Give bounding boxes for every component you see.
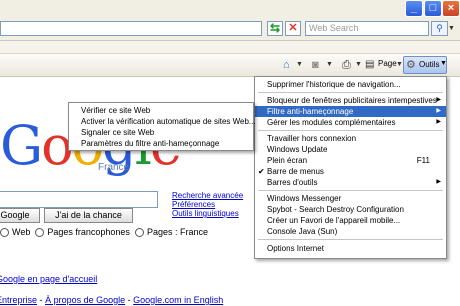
menu-separator	[258, 239, 443, 240]
page-menu-button[interactable]: Page	[378, 59, 397, 68]
phishing-submenu: Vérifier ce site Web Activer la vérifica…	[68, 102, 256, 151]
submenu-item-auto-check[interactable]: Activer la vérification automatique de s…	[69, 116, 256, 127]
tools-menu-button[interactable]: ⚙ Outils ▼	[403, 56, 447, 74]
minimize-button[interactable]: _	[405, 0, 423, 17]
submenu-arrow-icon: ▶	[436, 179, 441, 185]
tools-dropdown-icon: ▼	[440, 60, 447, 67]
address-field[interactable]	[0, 21, 262, 36]
submenu-arrow-icon: ▶	[436, 108, 441, 114]
menu-item-internet-options[interactable]: Options Internet	[255, 243, 446, 254]
logo-country: France	[98, 162, 130, 173]
feeds-icon[interactable]: ◙	[312, 58, 319, 72]
menu-separator	[258, 92, 443, 93]
menu-item-messenger[interactable]: Windows Messenger	[255, 193, 446, 204]
submenu-item-filter-settings[interactable]: Paramètres du filtre anti-hameçonnage	[69, 138, 253, 149]
lucky-button[interactable]: J'ai de la chance	[44, 208, 133, 223]
gear-icon: ⚙	[406, 59, 416, 71]
tab-strip	[0, 41, 460, 54]
menu-item-work-offline[interactable]: Travailler hors connexion	[255, 133, 446, 144]
google-search-button[interactable]: Google	[0, 208, 40, 223]
window-controls: _ □ ×	[0, 0, 460, 18]
menu-item-manage-addons[interactable]: Gérer les modules complémentaires ▶	[255, 117, 446, 128]
page-dropdown-icon[interactable]: ▼	[396, 58, 403, 72]
home-icon[interactable]: ⌂	[283, 58, 290, 72]
feeds-dropdown-icon[interactable]: ▼	[326, 58, 333, 72]
radio-web-label: Web	[12, 227, 31, 237]
advanced-search-link[interactable]: Recherche avancée	[172, 191, 243, 200]
footer-link-about[interactable]: À propos de Google	[45, 295, 125, 305]
google-search-input[interactable]	[0, 191, 158, 208]
maximize-button[interactable]: □	[424, 0, 442, 17]
home-dropdown-icon[interactable]: ▼	[296, 58, 303, 72]
submenu-arrow-icon: ▶	[436, 119, 441, 125]
radio-france-label: Pages : France	[146, 227, 208, 237]
menu-separator	[258, 190, 443, 191]
language-tools-link[interactable]: Outils linguistiques	[172, 209, 243, 218]
menu-separator	[258, 130, 443, 131]
search-side-links: Recherche avancée Préférences Outils lin…	[172, 191, 243, 218]
address-toolbar: ⇆ ✕ Web Search ⚲ ▼	[0, 18, 460, 41]
page-icon[interactable]: ▤	[365, 58, 374, 72]
search-icon[interactable]: ⚲	[431, 21, 448, 36]
print-icon[interactable]: ⎙	[342, 58, 351, 72]
radio-france[interactable]	[134, 228, 144, 238]
footer-links: Entreprise - À propos de Google - Google…	[0, 295, 223, 305]
menu-item-mobile-favorite[interactable]: Créer un Favori de l'appareil mobile...	[255, 215, 446, 226]
refresh-icon[interactable]: ⇆	[267, 21, 283, 36]
menu-item-phishing-filter[interactable]: Filtre anti-hameçonnage ▶	[255, 106, 446, 117]
radio-francophone[interactable]	[35, 228, 45, 238]
web-search-input[interactable]: Web Search	[305, 21, 429, 36]
search-dropdown-icon[interactable]: ▼	[448, 21, 458, 36]
radio-francophone-label: Pages francophones	[47, 227, 130, 237]
search-scope-radios: Web Pages francophones Pages : France	[0, 227, 208, 238]
submenu-item-report-site[interactable]: Signaler ce site Web	[69, 127, 253, 138]
menu-item-popup-blocker[interactable]: Bloqueur de fenêtres publicitaires intem…	[255, 95, 446, 106]
menu-item-spybot[interactable]: Spybot - Search Destroy Configuration	[255, 204, 446, 215]
stop-icon[interactable]: ✕	[285, 21, 301, 36]
radio-web[interactable]	[0, 228, 9, 238]
menu-item-menu-bar[interactable]: ✔ Barre de menus	[255, 166, 446, 177]
fullscreen-shortcut: F11	[416, 156, 430, 165]
menu-item-delete-history[interactable]: Supprimer l'historique de navigation...	[255, 79, 446, 90]
menu-item-windows-update[interactable]: Windows Update	[255, 144, 446, 155]
homepage-link[interactable]: Google en page d'accueil	[0, 274, 97, 284]
submenu-item-check-site[interactable]: Vérifier ce site Web	[69, 105, 253, 116]
preferences-link[interactable]: Préférences	[172, 200, 243, 209]
footer-separator: -	[127, 295, 131, 305]
tools-label: Outils	[419, 60, 440, 69]
tools-menu: Supprimer l'historique de navigation... …	[254, 76, 447, 259]
footer-link-english[interactable]: Google.com in English	[133, 295, 223, 305]
checkmark-icon: ✔	[258, 167, 265, 176]
menu-item-fullscreen[interactable]: Plein écran F11	[255, 155, 446, 166]
print-dropdown-icon[interactable]: ▼	[355, 58, 362, 72]
submenu-arrow-icon: ▶	[436, 97, 441, 103]
menu-item-toolbars[interactable]: Barres d'outils ▶	[255, 177, 446, 188]
menu-item-java-console[interactable]: Console Java (Sun)	[255, 226, 446, 237]
footer-separator: -	[39, 295, 43, 305]
command-bar: ⌂ ▼ ◙ ▼ ⎙ ▼ ▤ Page ▼ ⚙ Outils ▼	[0, 54, 460, 77]
footer-link-entreprise[interactable]: Entreprise	[0, 295, 37, 305]
close-window-button[interactable]: ×	[442, 0, 460, 17]
